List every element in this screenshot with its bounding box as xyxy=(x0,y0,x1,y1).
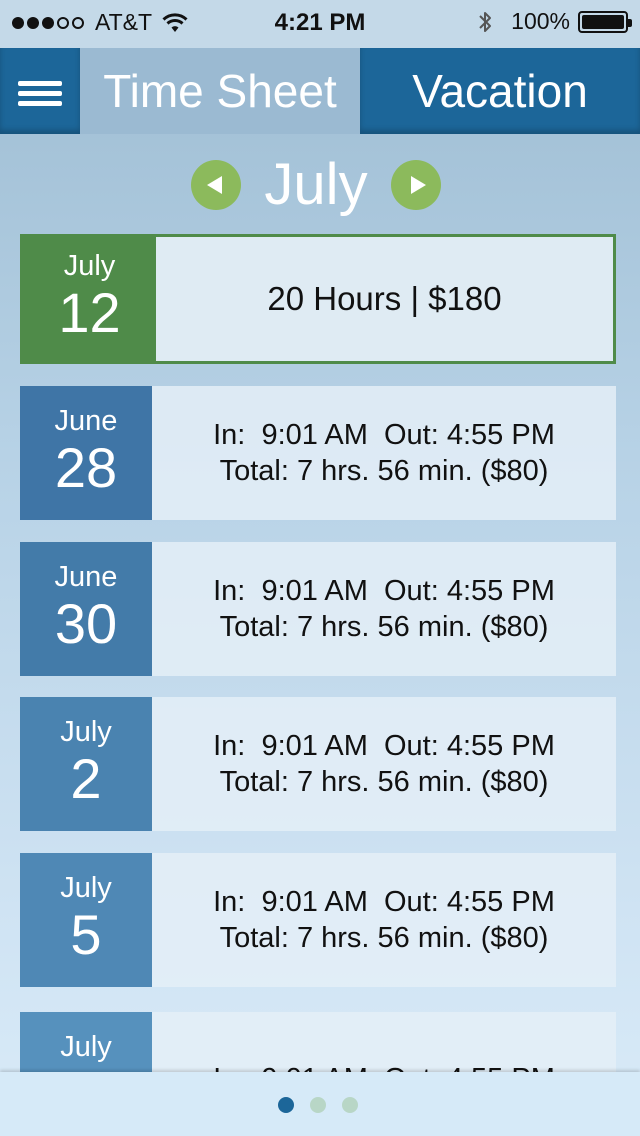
timesheet-entry[interactable]: July 2 In: 9:01 AM Out: 4:55 PM Total: 7… xyxy=(20,697,616,831)
page-control xyxy=(0,1072,640,1136)
entry-total: Total: 7 hrs. 56 min. ($80) xyxy=(219,455,549,487)
entry-date-month: July xyxy=(60,1031,112,1063)
summary-total-text: 20 Hours | $180 xyxy=(267,280,502,317)
month-title: July xyxy=(264,152,368,217)
entry-date-badge: July xyxy=(20,1012,152,1072)
triangle-left-icon xyxy=(207,176,222,194)
battery-percent: 100% xyxy=(511,8,570,34)
page-indicator-dot[interactable] xyxy=(310,1097,326,1113)
entry-details: In: 9:01 AM Out: 4:55 PM Total: 7 hrs. 5… xyxy=(152,542,616,676)
entry-date-month: July xyxy=(60,872,112,904)
entry-date-day: 28 xyxy=(54,436,118,499)
summary-date-month: July xyxy=(63,250,116,282)
entry-total: Total: 7 hrs. 56 min. ($80) xyxy=(219,611,549,643)
entry-details: In: 9:01 AM Out: 4:55 PM Total: 7 hrs. 5… xyxy=(152,697,616,831)
entry-total: Total: 7 hrs. 56 min. ($80) xyxy=(219,922,549,954)
entry-in-out: In: 9:01 AM Out: 4:55 PM xyxy=(213,1061,555,1072)
timesheet-entry[interactable]: June 30 In: 9:01 AM Out: 4:55 PM Total: … xyxy=(20,542,616,676)
summary-date-badge: July 12 xyxy=(23,237,156,361)
entry-date-badge: June 28 xyxy=(20,386,152,520)
month-selector: July xyxy=(0,150,640,220)
status-right: 100% xyxy=(477,8,632,35)
next-month-button[interactable] xyxy=(391,160,441,210)
page-indicator-dot[interactable] xyxy=(342,1097,358,1113)
entry-details: In: 9:01 AM Out: 4:55 PM Total: 7 hrs. 5… xyxy=(152,853,616,987)
entry-in-out: In: 9:01 AM Out: 4:55 PM xyxy=(213,419,555,451)
bluetooth-icon xyxy=(479,11,492,32)
tab-vacation[interactable]: Vacation xyxy=(360,48,640,134)
entry-date-day: 5 xyxy=(70,903,102,966)
entry-date-badge: June 30 xyxy=(20,542,152,676)
entry-in-out: In: 9:01 AM Out: 4:55 PM xyxy=(213,730,555,762)
entry-date-badge: July 5 xyxy=(20,853,152,987)
entry-date-day: 2 xyxy=(70,747,102,810)
entry-in-out: In: 9:01 AM Out: 4:55 PM xyxy=(213,886,555,918)
triangle-right-icon xyxy=(411,176,426,194)
entry-in-out: In: 9:01 AM Out: 4:55 PM xyxy=(213,575,555,607)
entry-total: Total: 7 hrs. 56 min. ($80) xyxy=(219,766,549,798)
entry-date-month: June xyxy=(54,405,118,437)
summary-card[interactable]: July 12 20 Hours | $180 xyxy=(20,234,616,364)
battery-icon xyxy=(578,10,632,33)
menu-button[interactable] xyxy=(0,48,80,134)
status-bar: AT&T 4:21 PM 100% xyxy=(0,0,640,48)
timesheet-entry[interactable]: July In: 9:01 AM Out: 4:55 PM xyxy=(20,1012,616,1072)
entry-details: In: 9:01 AM Out: 4:55 PM Total: 7 hrs. 5… xyxy=(152,386,616,520)
timesheet-entry[interactable]: July 5 In: 9:01 AM Out: 4:55 PM Total: 7… xyxy=(20,853,616,987)
entry-date-month: July xyxy=(60,716,112,748)
summary-total: 20 Hours | $180 xyxy=(156,237,613,361)
entry-date-day: 30 xyxy=(54,592,118,655)
entry-date-month: June xyxy=(54,561,118,593)
tab-time-sheet[interactable]: Time Sheet xyxy=(80,48,360,134)
summary-date-day: 12 xyxy=(58,281,121,344)
entry-details: In: 9:01 AM Out: 4:55 PM xyxy=(152,1012,616,1072)
nav-bar: Time Sheet Vacation xyxy=(0,48,640,134)
previous-month-button[interactable] xyxy=(191,160,241,210)
timesheet-entry[interactable]: June 28 In: 9:01 AM Out: 4:55 PM Total: … xyxy=(20,386,616,520)
entry-date-badge: July 2 xyxy=(20,697,152,831)
page-indicator-dot-active[interactable] xyxy=(278,1097,294,1113)
